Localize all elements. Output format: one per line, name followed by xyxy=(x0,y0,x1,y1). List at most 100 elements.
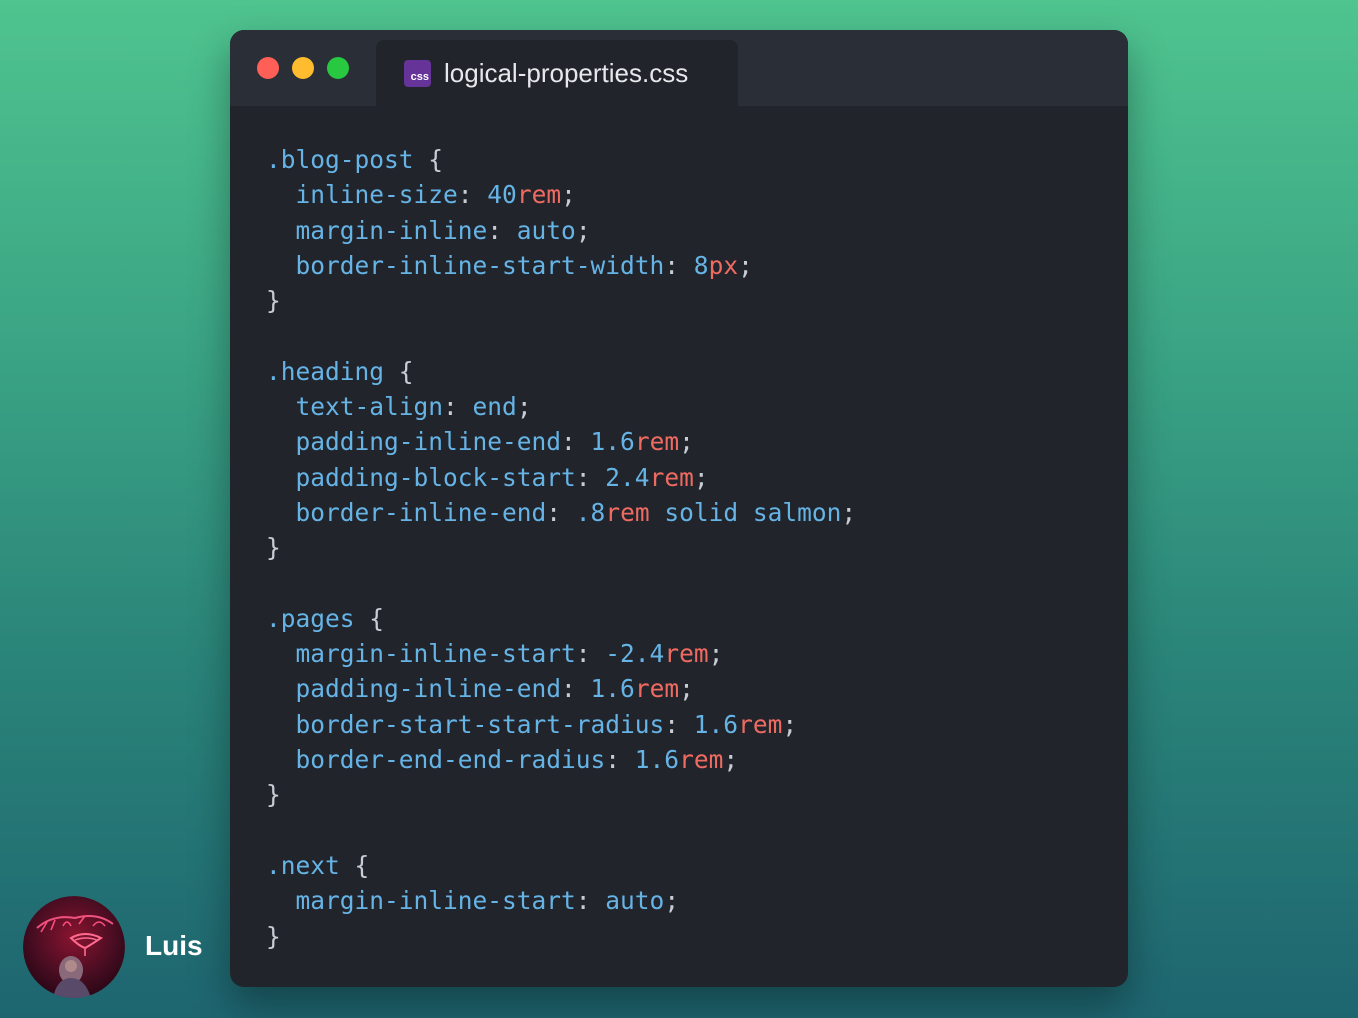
avatar xyxy=(23,896,125,998)
css-number: 1.6 xyxy=(590,674,635,704)
punctuation: ; xyxy=(738,250,753,280)
punctuation: : xyxy=(605,745,635,775)
punctuation xyxy=(266,710,296,739)
punctuation: ; xyxy=(561,180,576,210)
punctuation: } xyxy=(266,780,281,810)
title-bar: css logical-properties.css xyxy=(230,30,1128,106)
css-property: margin-inline xyxy=(295,215,488,245)
punctuation: : xyxy=(561,674,591,704)
css-number: 8 xyxy=(693,250,709,280)
code-line: .pages { xyxy=(266,601,856,636)
css-unit: rem xyxy=(738,709,783,739)
css-number: 1.6 xyxy=(590,427,635,457)
css-property: border-inline-end xyxy=(295,497,547,527)
css-unit: rem xyxy=(516,180,562,210)
css-unit: rem xyxy=(664,639,709,669)
punctuation: : xyxy=(575,462,606,492)
punctuation xyxy=(266,180,296,209)
punctuation: : xyxy=(664,709,694,739)
punctuation: ; xyxy=(841,497,857,527)
code-line: } xyxy=(266,283,856,318)
tab-title: logical-properties.css xyxy=(444,58,689,88)
css-property: border-end-end-radius xyxy=(295,745,606,775)
code-line: border-end-end-radius: 1.6rem; xyxy=(266,742,856,777)
css-property: border-inline-start-width xyxy=(295,250,665,280)
punctuation xyxy=(266,498,296,527)
css-unit: rem xyxy=(634,427,680,457)
css-keyword: solid xyxy=(664,497,739,527)
author-name: Luis xyxy=(145,930,203,961)
code-line: inline-size: 40rem; xyxy=(266,177,856,212)
punctuation: : xyxy=(664,250,694,280)
css-number: 2.4 xyxy=(605,462,650,492)
css-selector: .heading xyxy=(266,356,385,386)
code-line: text-align: end; xyxy=(266,389,856,424)
punctuation xyxy=(266,639,296,668)
css-selector: .pages xyxy=(266,603,355,633)
css-number: -2.4 xyxy=(605,639,665,669)
css-number: 1.6 xyxy=(693,709,739,739)
code-line: } xyxy=(266,530,856,565)
punctuation: ; xyxy=(575,215,591,245)
punctuation: ; xyxy=(679,674,694,704)
code-line: padding-inline-end: 1.6rem; xyxy=(266,671,856,706)
css-keyword: auto xyxy=(605,886,665,916)
punctuation: : xyxy=(457,180,488,210)
css-property: margin-inline-start xyxy=(295,639,576,669)
code-line: .blog-post { xyxy=(266,142,856,177)
code-line: padding-block-start: 2.4rem; xyxy=(266,460,856,495)
css-unit: rem xyxy=(649,462,694,492)
css-unit: rem xyxy=(634,674,680,704)
css-property: padding-inline-end xyxy=(295,674,562,704)
minimize-button[interactable] xyxy=(292,57,314,79)
code-line: border-inline-start-width: 8px; xyxy=(266,248,856,283)
code-block: .blog-post { inline-size: 40rem; margin-… xyxy=(266,142,856,954)
punctuation xyxy=(266,216,296,245)
punctuation: ; xyxy=(708,639,724,669)
punctuation: ; xyxy=(782,709,798,739)
punctuation: { xyxy=(339,850,370,880)
css-property: padding-block-start xyxy=(295,462,576,492)
punctuation: : xyxy=(487,215,517,245)
code-line: margin-inline-start: -2.4rem; xyxy=(266,636,856,671)
css-unit: px xyxy=(708,250,739,280)
punctuation xyxy=(266,463,296,492)
code-line: margin-inline-start: auto; xyxy=(266,883,856,918)
code-line: border-inline-end: .8rem solid salmon; xyxy=(266,495,857,530)
punctuation xyxy=(266,745,296,774)
css-keyword: end xyxy=(472,392,517,422)
code-line: .heading { xyxy=(266,354,856,389)
code-line: border-start-start-radius: 1.6rem; xyxy=(266,707,856,742)
avatar-logo-image xyxy=(23,896,125,998)
code-line: margin-inline: auto; xyxy=(266,213,856,248)
css-keyword: auto xyxy=(516,215,576,245)
punctuation: ; xyxy=(723,745,739,775)
css-property: padding-inline-end xyxy=(295,427,562,457)
code-line: padding-inline-end: 1.6rem; xyxy=(266,424,856,459)
close-button[interactable] xyxy=(257,57,279,79)
css-number: 40 xyxy=(487,180,517,210)
punctuation: : xyxy=(443,392,473,422)
css-selector: .next xyxy=(266,850,340,880)
css-unit: rem xyxy=(679,745,724,775)
css-file-icon: css xyxy=(404,60,431,87)
css-number: 1.6 xyxy=(634,745,680,775)
css-property: border-start-start-radius xyxy=(295,709,665,739)
css-property: text-align xyxy=(295,392,444,422)
punctuation: } xyxy=(266,286,281,316)
css-keyword: salmon xyxy=(752,497,842,527)
punctuation: { xyxy=(413,145,444,174)
file-tab[interactable]: css logical-properties.css xyxy=(376,40,738,106)
punctuation: } xyxy=(266,921,281,951)
punctuation xyxy=(266,251,296,280)
punctuation: ; xyxy=(679,427,694,457)
css-property: margin-inline-start xyxy=(295,886,576,916)
maximize-button[interactable] xyxy=(327,57,349,79)
css-number: .8 xyxy=(575,497,606,527)
css-selector: .blog-post xyxy=(266,145,414,174)
punctuation: } xyxy=(266,533,281,563)
punctuation: ; xyxy=(664,886,680,916)
